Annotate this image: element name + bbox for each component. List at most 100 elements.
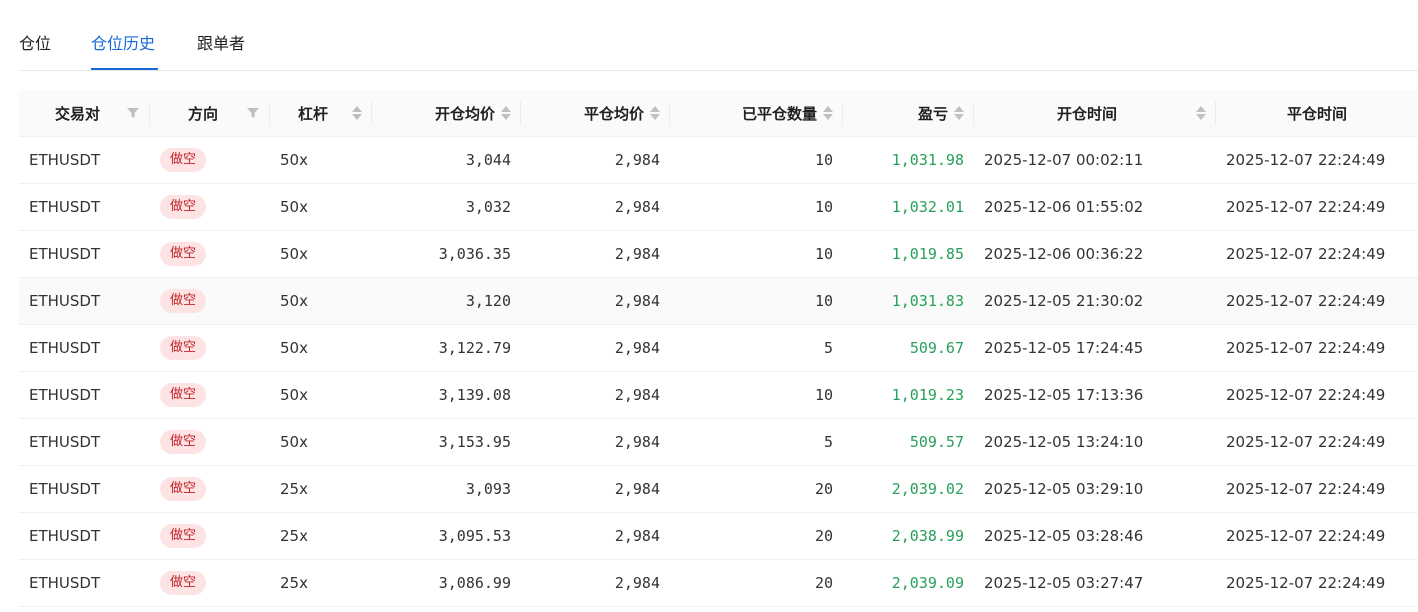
cell-close-avg: 2,984 <box>521 465 670 513</box>
cell-direction: 做空 <box>150 136 270 184</box>
cell-pnl: 1,031.98 <box>843 136 974 184</box>
cell-closed-qty: 10 <box>670 230 843 278</box>
cell-pnl: 509.57 <box>843 418 974 466</box>
cell-closed-qty: 10 <box>670 136 843 184</box>
cell-leverage: 25x <box>270 559 372 607</box>
cell-closed-qty: 10 <box>670 183 843 231</box>
cell-open-time: 2025-12-05 17:13:36 <box>974 371 1216 419</box>
cell-open-avg: 3,139.08 <box>372 371 521 419</box>
cell-leverage: 50x <box>270 371 372 419</box>
column-header-open-time[interactable]: 开仓时间 <box>974 90 1216 137</box>
cell-open-avg: 3,120 <box>372 277 521 325</box>
direction-short-badge: 做空 <box>160 148 207 172</box>
cell-open-time: 2025-12-05 03:29:10 <box>974 465 1216 513</box>
cell-direction: 做空 <box>150 465 270 513</box>
cell-close-avg: 2,984 <box>521 559 670 607</box>
active-tab-indicator <box>91 68 158 70</box>
cell-close-avg: 2,984 <box>521 230 670 278</box>
column-header-close-avg[interactable]: 平仓均价 <box>521 90 670 137</box>
cell-close-time: 2025-12-07 22:24:49 <box>1216 324 1418 372</box>
cell-pnl: 2,039.09 <box>843 559 974 607</box>
cell-direction: 做空 <box>150 324 270 372</box>
cell-open-time: 2025-12-07 00:02:11 <box>974 136 1216 184</box>
cell-closed-qty: 10 <box>670 277 843 325</box>
cell-pnl: 509.67 <box>843 324 974 372</box>
cell-open-time: 2025-12-05 17:24:45 <box>974 324 1216 372</box>
cell-close-time: 2025-12-07 22:24:49 <box>1216 465 1418 513</box>
table-row[interactable]: ETHUSDT 做空 50x 3,122.79 2,984 5 509.67 2025-12-… <box>19 324 1418 372</box>
cell-close-avg: 2,984 <box>521 324 670 372</box>
cell-pnl: 1,019.85 <box>843 230 974 278</box>
cell-direction: 做空 <box>150 371 270 419</box>
cell-pnl: 1,031.83 <box>843 277 974 325</box>
cell-pair: ETHUSDT <box>19 371 150 419</box>
column-label-close-time: 平仓时间 <box>1286 104 1347 123</box>
cell-open-avg: 3,086.99 <box>372 559 521 607</box>
table-header-row: 交易对 方向 杠杆 开仓均价 平仓均价 已平仓数量 盈亏 开仓时间 平仓时间 <box>19 90 1418 137</box>
sort-icon[interactable] <box>650 106 660 120</box>
direction-short-badge: 做空 <box>160 195 207 219</box>
column-label-direction: 方向 <box>187 104 218 123</box>
table-row[interactable]: ETHUSDT 做空 50x 3,032 2,984 10 1,032.01 2025-12-… <box>19 183 1418 231</box>
cell-pair: ETHUSDT <box>19 324 150 372</box>
table-row[interactable]: ETHUSDT 做空 50x 3,036.35 2,984 10 1,019.85 2025-… <box>19 230 1418 278</box>
direction-short-badge: 做空 <box>160 571 207 595</box>
table-row[interactable]: ETHUSDT 做空 25x 3,093 2,984 20 2,039.02 2025-12-… <box>19 465 1418 513</box>
sort-icon[interactable] <box>352 106 362 120</box>
column-label-pair: 交易对 <box>54 104 100 123</box>
cell-close-avg: 2,984 <box>521 277 670 325</box>
column-label-open-avg: 开仓均价 <box>434 104 495 123</box>
cell-direction: 做空 <box>150 230 270 278</box>
direction-short-badge: 做空 <box>160 524 207 548</box>
column-header-closed-qty[interactable]: 已平仓数量 <box>670 90 843 137</box>
column-label-open-time: 开仓时间 <box>1056 104 1117 123</box>
cell-leverage: 50x <box>270 277 372 325</box>
table-row[interactable]: ETHUSDT 做空 50x 3,139.08 2,984 10 1,019.23 2025-… <box>19 371 1418 419</box>
cell-leverage: 25x <box>270 465 372 513</box>
table-row[interactable]: ETHUSDT 做空 50x 3,153.95 2,984 5 509.57 2025-12-… <box>19 418 1418 466</box>
sort-icon[interactable] <box>823 106 833 120</box>
sort-icon[interactable] <box>1196 106 1206 120</box>
cell-pair: ETHUSDT <box>19 512 150 560</box>
cell-close-time: 2025-12-07 22:24:49 <box>1216 512 1418 560</box>
cell-close-time: 2025-12-07 22:24:49 <box>1216 277 1418 325</box>
cell-direction: 做空 <box>150 559 270 607</box>
table-row[interactable]: ETHUSDT 做空 25x 3,086.99 2,984 20 2,039.09 2025-… <box>19 559 1418 607</box>
cell-open-time: 2025-12-06 00:36:22 <box>974 230 1216 278</box>
cell-open-time: 2025-12-05 21:30:02 <box>974 277 1216 325</box>
sort-icon[interactable] <box>501 106 511 120</box>
sort-icon[interactable] <box>954 106 964 120</box>
column-header-leverage[interactable]: 杠杆 <box>270 90 372 137</box>
cell-open-time: 2025-12-06 01:55:02 <box>974 183 1216 231</box>
direction-short-badge: 做空 <box>160 289 207 313</box>
tab-followers[interactable]: 跟单者 <box>197 33 245 55</box>
table-row[interactable]: ETHUSDT 做空 50x 3,120 2,984 10 1,031.83 2025-12-… <box>19 277 1418 325</box>
cell-open-avg: 3,153.95 <box>372 418 521 466</box>
cell-open-avg: 3,093 <box>372 465 521 513</box>
direction-short-badge: 做空 <box>160 477 207 501</box>
column-label-pnl: 盈亏 <box>917 104 948 123</box>
column-label-closed-qty: 已平仓数量 <box>741 104 817 123</box>
cell-closed-qty: 20 <box>670 465 843 513</box>
tab-positions[interactable]: 仓位 <box>19 33 51 55</box>
column-label-close-avg: 平仓均价 <box>583 104 644 123</box>
cell-close-avg: 2,984 <box>521 512 670 560</box>
cell-pnl: 2,038.99 <box>843 512 974 560</box>
cell-pnl: 1,032.01 <box>843 183 974 231</box>
column-header-close-time: 平仓时间 <box>1216 90 1418 137</box>
tab-position-history[interactable]: 仓位历史 <box>91 33 155 55</box>
cell-pair: ETHUSDT <box>19 136 150 184</box>
table-row[interactable]: ETHUSDT 做空 25x 3,095.53 2,984 20 2,038.99 2025-… <box>19 512 1418 560</box>
cell-open-avg: 3,122.79 <box>372 324 521 372</box>
filter-icon[interactable] <box>246 107 260 119</box>
cell-close-time: 2025-12-07 22:24:49 <box>1216 183 1418 231</box>
column-header-open-avg[interactable]: 开仓均价 <box>372 90 521 137</box>
column-header-pnl[interactable]: 盈亏 <box>843 90 974 137</box>
direction-short-badge: 做空 <box>160 383 207 407</box>
cell-open-avg: 3,032 <box>372 183 521 231</box>
direction-short-badge: 做空 <box>160 336 207 360</box>
table-row[interactable]: ETHUSDT 做空 50x 3,044 2,984 10 1,031.98 2025-12-… <box>19 136 1418 184</box>
filter-icon[interactable] <box>126 107 140 119</box>
column-header-pair[interactable]: 交易对 <box>19 90 150 137</box>
column-header-direction[interactable]: 方向 <box>150 90 270 137</box>
